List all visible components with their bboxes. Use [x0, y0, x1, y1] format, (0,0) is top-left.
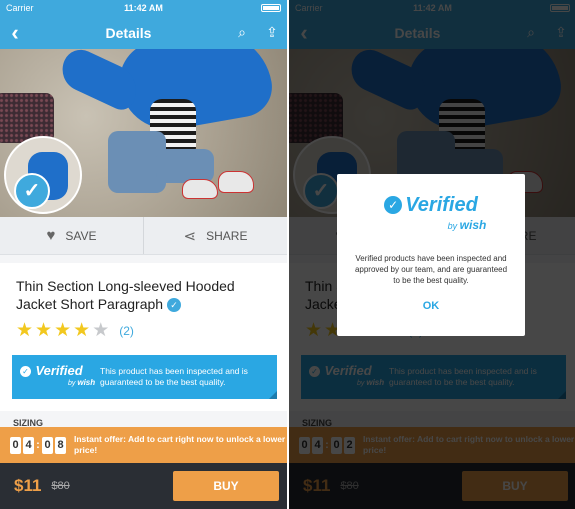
sneaker-shape — [182, 179, 218, 199]
sneaker-shape-2 — [218, 171, 254, 193]
verified-dialog: ✓ Verified by wish Verified products have… — [337, 174, 525, 336]
offer-text: Instant offer: Add to cart right now to … — [74, 434, 286, 455]
rating[interactable]: ★ ★ ★ ★ ★ (2) — [16, 321, 271, 340]
verified-check-icon: ✓ — [14, 173, 50, 209]
save-button[interactable]: ♥ SAVE — [0, 217, 143, 254]
carrier-label: Carrier — [6, 3, 34, 13]
star-icon: ★ — [16, 320, 34, 341]
product-info: Thin Section Long-sleeved Hooded Jacket … — [0, 263, 287, 351]
ok-button[interactable]: OK — [337, 300, 525, 312]
rating-count[interactable]: (2) — [119, 324, 134, 338]
star-icon: ★ — [73, 320, 91, 341]
details-screen-with-dialog: Carrier 11:42 AM ‹ Details ⌕ ⇪ ▣ 1 › ✓ ♥… — [289, 0, 575, 509]
jeans-leg-shape — [156, 149, 214, 183]
verified-badge-icon: ✓ — [166, 298, 181, 313]
clock: 11:42 AM — [124, 3, 163, 13]
share-nodes-icon: ⋖ — [183, 227, 197, 245]
search-icon[interactable]: ⌕ — [227, 24, 257, 41]
bottom-bar: $11 $80 BUY — [0, 463, 287, 509]
verified-check-icon: ✓ — [20, 365, 31, 377]
verified-by-wish-logo: ✓ Verified by wish — [337, 195, 525, 235]
verified-banner-text: This product has been inspected and is g… — [100, 366, 248, 387]
share-button[interactable]: ⋖ SHARE — [143, 217, 287, 254]
details-screen: Carrier 11:42 AM ‹ Details ⌕ ⇪ ▣ 1 › ✓ ♥… — [0, 0, 287, 509]
back-arrow-icon[interactable]: ‹ — [0, 20, 30, 46]
battery-icon — [261, 4, 282, 12]
star-empty-icon: ★ — [92, 320, 110, 341]
star-icon: ★ — [35, 320, 53, 341]
buy-button[interactable]: BUY — [173, 471, 279, 501]
status-bar: Carrier 11:42 AM — [0, 0, 287, 16]
countdown-timer: 0 4 : 0 8 — [10, 436, 66, 454]
dialog-message: Verified products have been inspected an… — [354, 254, 508, 285]
navbar: ‹ Details ⌕ ⇪ — [0, 16, 287, 49]
action-bar: ♥ SAVE ⋖ SHARE — [0, 217, 287, 255]
original-price: $80 — [51, 480, 70, 492]
instant-offer-bar[interactable]: 0 4 : 0 8 Instant offer: Add to cart rig… — [0, 427, 287, 469]
price: $11 — [14, 476, 42, 495]
page-title: Details — [105, 24, 152, 41]
star-icon: ★ — [54, 320, 72, 341]
product-title: Thin Section Long-sleeved Hooded Jacket … — [16, 278, 235, 313]
verified-banner[interactable]: ✓ Verified by wish This product has been… — [12, 355, 277, 399]
verified-check-icon: ✓ — [384, 196, 403, 214]
heart-icon: ♥ — [46, 227, 56, 244]
share-icon[interactable]: ⇪ — [257, 24, 287, 41]
verified-by-wish-logo: ✓ Verified by wish — [12, 364, 100, 390]
